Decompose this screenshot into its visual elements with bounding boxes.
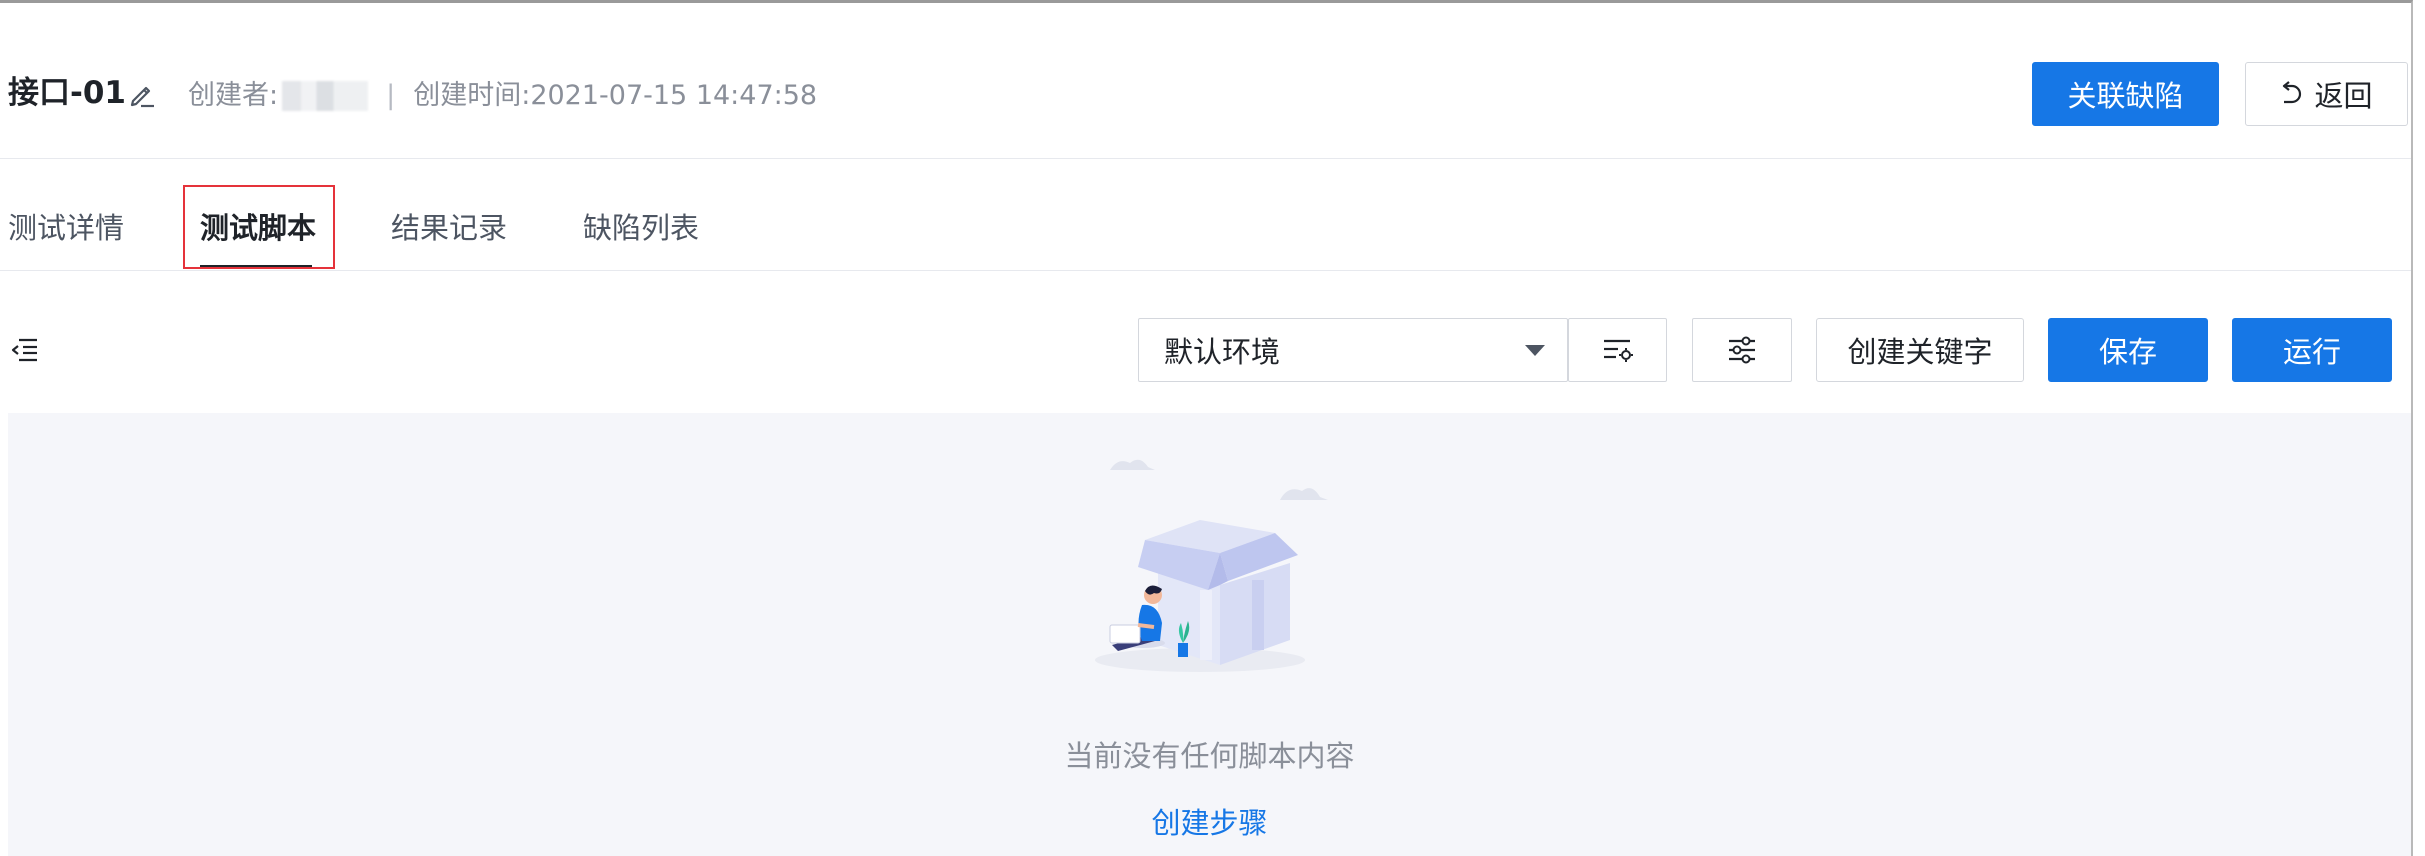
tab-defect-list[interactable]: 缺陷列表 bbox=[583, 208, 699, 248]
environment-select[interactable]: 默认环境 bbox=[1138, 318, 1568, 382]
tab-highlight-box bbox=[183, 185, 335, 269]
filter-settings-button[interactable] bbox=[1692, 318, 1792, 382]
creator-label: 创建者: bbox=[188, 80, 279, 111]
undo-arrow-icon bbox=[2283, 81, 2302, 104]
page-header: 接口-01 创建者: | 创建时间: 2021-07-15 14:47:58 关… bbox=[0, 3, 2411, 159]
create-keyword-label: 创建关键字 bbox=[1847, 335, 1993, 369]
empty-box-illustration bbox=[1095, 459, 1328, 672]
create-keyword-button[interactable]: 创建关键字 bbox=[1816, 318, 2024, 382]
run-button[interactable]: 运行 bbox=[2232, 318, 2392, 382]
chevron-down-icon bbox=[1525, 345, 1545, 356]
empty-state-message: 当前没有任何脚本内容 bbox=[1064, 739, 1355, 773]
page-title: 接口-01 bbox=[8, 75, 127, 111]
page-meta: 创建者: | 创建时间: 2021-07-15 14:47:58 bbox=[188, 78, 817, 114]
back-label: 返回 bbox=[2314, 79, 2373, 113]
tab-result-records[interactable]: 结果记录 bbox=[391, 208, 507, 248]
sliders-icon bbox=[1729, 336, 1755, 364]
list-settings-icon bbox=[1603, 339, 1633, 362]
create-step-label[interactable]: 创建步骤 bbox=[1151, 806, 1267, 840]
created-time-value: 2021-07-15 14:47:58 bbox=[530, 80, 818, 111]
creator-name-redacted bbox=[282, 81, 369, 111]
link-defect-label: 关联缺陷 bbox=[2067, 79, 2184, 113]
tab-bar: 测试详情 测试脚本 结果记录 缺陷列表 bbox=[0, 158, 2411, 271]
tab-test-details[interactable]: 测试详情 bbox=[8, 208, 124, 248]
environment-settings-button[interactable] bbox=[1568, 318, 1667, 382]
environment-selected-value: 默认环境 bbox=[1164, 335, 1281, 369]
created-time-label: 创建时间: bbox=[413, 80, 531, 111]
run-label: 运行 bbox=[2282, 335, 2341, 369]
pencil-icon[interactable] bbox=[127, 79, 157, 109]
outline-collapse-icon[interactable] bbox=[10, 337, 38, 363]
meta-separator: | bbox=[386, 80, 396, 111]
back-button[interactable]: 返回 bbox=[2245, 62, 2408, 126]
save-label: 保存 bbox=[2098, 335, 2157, 369]
save-button[interactable]: 保存 bbox=[2048, 318, 2208, 382]
link-defect-button[interactable]: 关联缺陷 bbox=[2032, 62, 2219, 126]
create-step-link[interactable]: 创建步骤 bbox=[0, 803, 2411, 843]
